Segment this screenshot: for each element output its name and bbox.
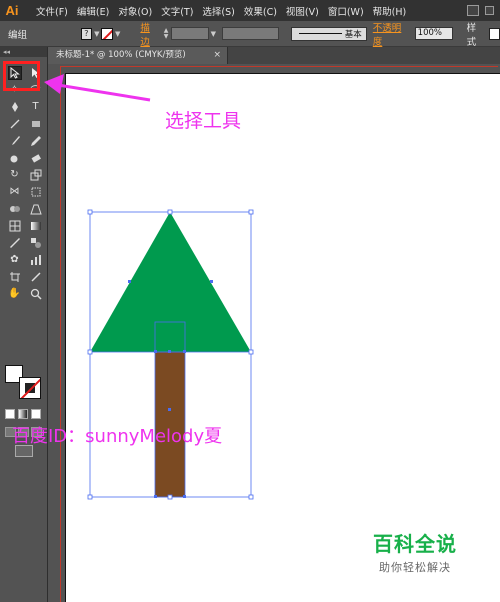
opacity-field[interactable]: 100%: [414, 27, 453, 40]
menu-object[interactable]: 对象(O): [114, 4, 156, 18]
eyedropper-tool-icon[interactable]: [8, 236, 22, 250]
gradient-tool-icon[interactable]: [29, 219, 43, 233]
gradient-mode-icon[interactable]: [18, 409, 28, 419]
column-graph-tool-icon[interactable]: [29, 253, 43, 267]
main-menu: 文件(F) 编辑(E) 对象(O) 文字(T) 选择(S) 效果(C) 视图(V…: [32, 4, 410, 18]
menu-edit[interactable]: 编辑(E): [73, 4, 113, 18]
fill-stroke-widget[interactable]: [5, 365, 45, 405]
watermark-subtitle: 助你轻松解决: [379, 561, 451, 574]
slice-tool-icon[interactable]: [29, 270, 43, 284]
type-tool-icon[interactable]: T: [29, 100, 43, 114]
stroke-weight-field[interactable]: [170, 27, 209, 40]
menu-icons: [467, 5, 500, 16]
stroke-line-preview: [298, 32, 342, 35]
control-bar: 编组 ? ▼ ▼ 描边 ▲ ▼ ▼ 基本 不透明度 100% 样式: [0, 20, 500, 48]
tools-grid: ✧ ⌒ T ↻ ⋈ ✿ ✋: [4, 64, 46, 302]
fill-swatch[interactable]: ?: [80, 27, 93, 40]
pencil-tool-icon[interactable]: [29, 134, 43, 148]
menu-window[interactable]: 窗口(W): [324, 4, 368, 18]
color-mode-icon[interactable]: [5, 409, 15, 419]
document-tab-bar: 未标题-1* @ 100% (CMYK/预览) ×: [48, 47, 500, 64]
chevron-down-icon[interactable]: ▼: [113, 27, 122, 41]
watermark: 百科全说 助你轻松解决: [360, 528, 470, 575]
zoom-tool-icon[interactable]: [29, 287, 43, 301]
variable-width-field[interactable]: [222, 27, 279, 40]
document-tab[interactable]: 未标题-1* @ 100% (CMYK/预览) ×: [48, 47, 228, 64]
artboard[interactable]: [65, 73, 500, 602]
annotation-author: 百度ID：sunnyMelody夏: [12, 426, 223, 447]
annotation-select-tool: 选择工具: [165, 110, 242, 132]
shape-builder-tool-icon[interactable]: [8, 202, 22, 216]
illustrator-window: Ai 文件(F) 编辑(E) 对象(O) 文字(T) 选择(S) 效果(C) 视…: [0, 0, 500, 602]
blend-tool-icon[interactable]: [29, 236, 43, 250]
stroke-color-box[interactable]: [19, 377, 41, 399]
bridge-icon[interactable]: [467, 5, 479, 16]
menu-type[interactable]: 文字(T): [157, 4, 197, 18]
chevron-down-icon[interactable]: ▼: [92, 27, 101, 41]
menu-select[interactable]: 选择(S): [198, 4, 238, 18]
tools-panel-collapse[interactable]: ◂◂: [0, 47, 47, 57]
symbol-sprayer-tool-icon[interactable]: ✿: [8, 253, 22, 267]
stroke-weight-spinner[interactable]: ▲ ▼: [161, 27, 170, 41]
pen-tool-icon[interactable]: [8, 100, 22, 114]
rectangle-tool-icon[interactable]: [29, 117, 43, 131]
graphic-style-swatch[interactable]: [488, 27, 500, 40]
artboard-tool-icon[interactable]: [8, 270, 22, 284]
menu-view[interactable]: 视图(V): [282, 4, 323, 18]
none-slash-icon: [20, 378, 40, 398]
brush-definition-dropdown[interactable]: 基本: [290, 26, 367, 41]
opacity-link[interactable]: 不透明度: [373, 20, 409, 48]
selection-type-label: 编组: [8, 29, 28, 41]
tools-panel: ◂◂ ✧ ⌒ T ↻ ⋈ ✿ ✋: [0, 47, 48, 602]
eraser-tool-icon[interactable]: [29, 151, 43, 165]
width-tool-icon[interactable]: ⋈: [8, 185, 22, 199]
scale-tool-icon[interactable]: [29, 168, 43, 182]
watermark-title: 百科全说: [373, 532, 457, 556]
none-mode-icon[interactable]: [31, 409, 41, 419]
document-title: 未标题-1* @ 100% (CMYK/预览): [56, 50, 186, 60]
stroke-link[interactable]: 描边: [140, 20, 158, 48]
free-transform-tool-icon[interactable]: [29, 185, 43, 199]
menu-file[interactable]: 文件(F): [32, 4, 72, 18]
blob-brush-tool-icon[interactable]: [8, 151, 22, 165]
hand-tool-icon[interactable]: ✋: [8, 287, 22, 301]
chevron-down-icon[interactable]: ▼: [209, 27, 218, 41]
rotate-tool-icon[interactable]: ↻: [8, 168, 22, 182]
brush-definition-label: 基本: [344, 29, 362, 40]
paintbrush-tool-icon[interactable]: [8, 134, 22, 148]
mesh-tool-icon[interactable]: [8, 219, 22, 233]
stroke-swatch[interactable]: [101, 27, 113, 40]
close-icon[interactable]: ×: [213, 47, 221, 64]
color-mode-buttons: [5, 409, 41, 419]
menu-help[interactable]: 帮助(H): [369, 4, 411, 18]
app-logo: Ai: [5, 3, 19, 18]
menu-effect[interactable]: 效果(C): [240, 4, 281, 18]
style-label: 样式: [466, 22, 477, 48]
arrange-documents-icon[interactable]: [485, 6, 494, 15]
perspective-grid-tool-icon[interactable]: [29, 202, 43, 216]
menu-bar: Ai 文件(F) 编辑(E) 对象(O) 文字(T) 选择(S) 效果(C) 视…: [0, 0, 500, 21]
selection-tool-highlight: [3, 61, 40, 91]
line-tool-icon[interactable]: [8, 117, 22, 131]
